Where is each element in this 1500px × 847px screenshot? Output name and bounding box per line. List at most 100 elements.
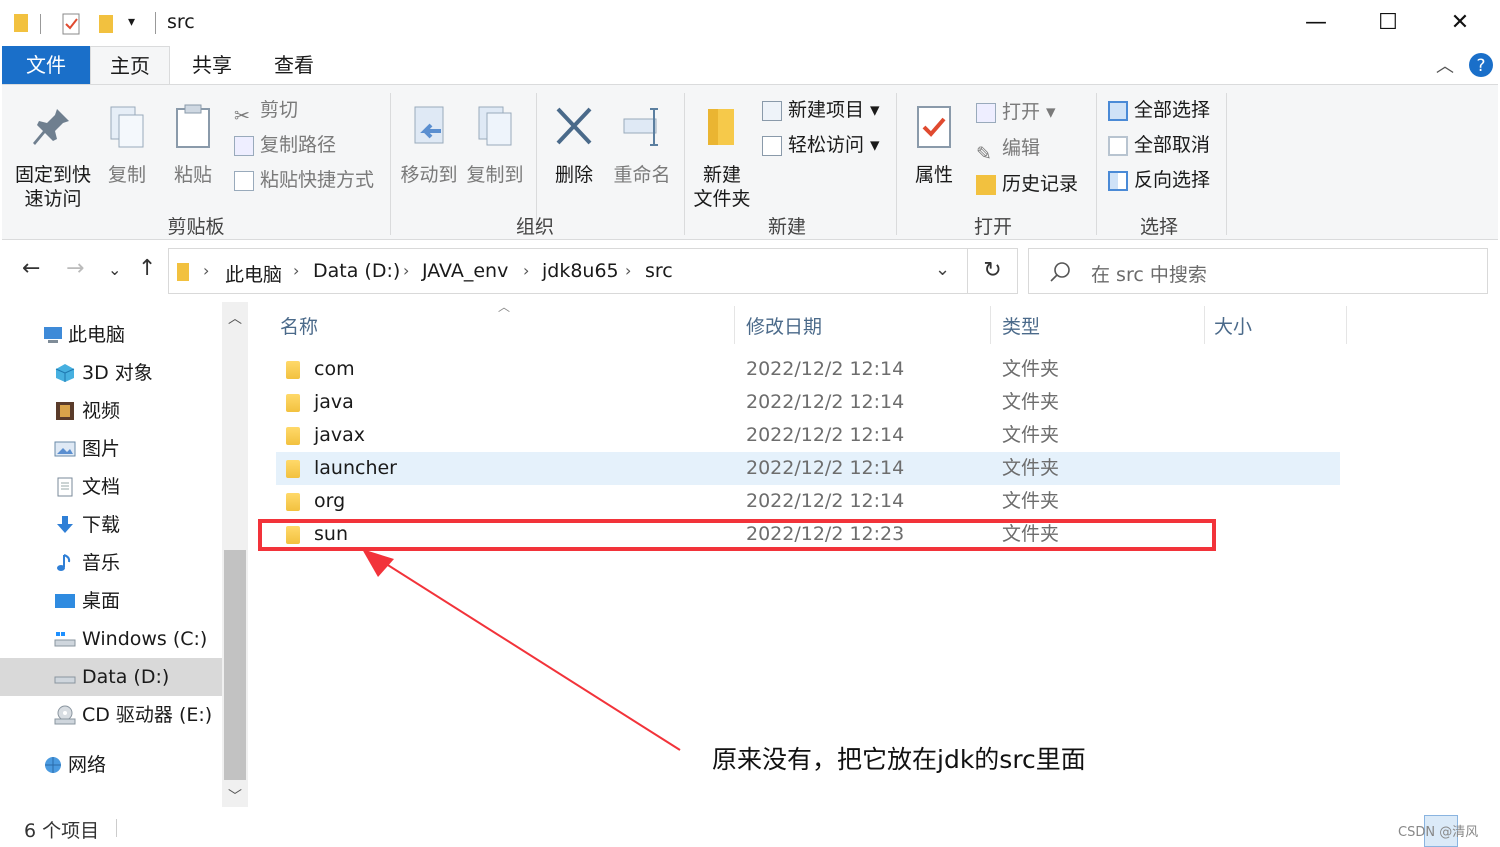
file-type: 文件夹: [1002, 457, 1060, 479]
annotation-arrow-icon: [362, 549, 681, 751]
properties-button[interactable]: 属性: [906, 103, 962, 187]
nav-pane-scrollbar[interactable]: ︿ ﹀: [222, 302, 248, 807]
ribbon-tabs: 文件 主页 共享 查看 ︿ ?: [0, 46, 1500, 84]
scrollbar-thumb[interactable]: [224, 550, 246, 780]
refresh-icon: ↻: [983, 258, 1002, 283]
nav-item-downloads[interactable]: 下载: [0, 506, 222, 544]
recent-locations-chevron-icon[interactable]: ⌄: [108, 260, 121, 279]
file-row-launcher[interactable]: launcher 2022/12/2 12:14 文件夹: [276, 452, 1340, 485]
paste-icon: [176, 104, 210, 148]
column-header-size[interactable]: 大小: [1214, 312, 1252, 339]
back-arrow-icon[interactable]: ←: [22, 256, 40, 281]
paste-button[interactable]: 粘贴: [166, 103, 220, 187]
easy-access-button[interactable]: 轻松访问 ▾: [762, 130, 880, 160]
nav-item-desktop[interactable]: 桌面: [0, 582, 222, 620]
breadcrumb-item[interactable]: JAVA_env: [422, 260, 508, 282]
nav-item-label: 图片: [82, 438, 121, 460]
properties-quick-icon[interactable]: [60, 12, 84, 36]
rename-button[interactable]: 重命名: [608, 103, 676, 187]
file-row-org[interactable]: org 2022/12/2 12:14 文件夹: [276, 485, 1340, 518]
paste-shortcut-button[interactable]: 粘贴快捷方式: [234, 165, 374, 195]
new-folder-quick-icon[interactable]: [96, 12, 118, 36]
nav-item-pictures[interactable]: 图片: [0, 430, 222, 468]
cut-label: 剪切: [260, 99, 299, 121]
delete-button[interactable]: 删除: [548, 103, 600, 187]
music-icon: [57, 554, 71, 571]
nav-item-3d-objects[interactable]: 3D 对象: [0, 354, 222, 392]
move-to-button[interactable]: 移动到: [398, 103, 460, 187]
nav-item-data-d[interactable]: Data (D:): [0, 658, 222, 696]
search-box[interactable]: 在 src 中搜索: [1028, 248, 1488, 294]
drive-icon: [54, 676, 76, 684]
breadcrumb-item[interactable]: Data (D:): [313, 260, 400, 282]
network-icon: [45, 757, 61, 773]
tab-file[interactable]: 文件: [2, 46, 90, 84]
edit-button[interactable]: ✎ 编辑: [976, 133, 1040, 165]
nav-item-videos[interactable]: 视频: [0, 392, 222, 430]
minimize-button[interactable]: —: [1286, 6, 1346, 40]
quick-access-dropdown-icon[interactable]: ▾: [128, 14, 135, 30]
breadcrumb-item[interactable]: 此电脑: [225, 260, 282, 287]
maximize-button[interactable]: ☐: [1358, 6, 1418, 40]
select-none-label: 全部取消: [1134, 134, 1211, 156]
new-folder-button[interactable]: 新建 文件夹: [690, 103, 754, 211]
nav-item-label: 网络: [68, 754, 107, 776]
folder-icon: [286, 394, 300, 412]
select-none-icon: [1108, 135, 1128, 156]
open-button[interactable]: 打开 ▾: [976, 97, 1056, 127]
pin-icon: [33, 109, 69, 145]
file-date: 2022/12/2 12:14: [746, 490, 905, 512]
breadcrumb-separator-icon: ›: [203, 261, 210, 280]
scroll-up-arrow-icon[interactable]: ︿: [228, 308, 242, 328]
address-dropdown-chevron-icon[interactable]: ⌄: [935, 259, 950, 280]
copy-to-button[interactable]: 复制到: [464, 103, 526, 187]
ribbon: 固定到快 速访问 复制 粘贴 ✂ 剪切 复制路径 粘贴快捷方式 剪贴板 移动到 复…: [2, 84, 1498, 240]
nav-item-music[interactable]: 音乐: [0, 544, 222, 582]
download-icon: [57, 516, 73, 533]
refresh-button[interactable]: ↻: [968, 248, 1018, 294]
rename-label: 重命名: [613, 164, 671, 186]
copy-button[interactable]: 复制: [102, 103, 152, 187]
pin-label-1: 固定到快: [14, 164, 91, 186]
breadcrumb-item[interactable]: jdk8u65: [542, 260, 619, 282]
file-name: org: [314, 490, 346, 512]
new-folder-icon: [708, 109, 734, 145]
nav-item-network[interactable]: 网络: [0, 746, 222, 784]
column-header-date[interactable]: 修改日期: [746, 312, 822, 339]
select-all-button[interactable]: 全部选择: [1108, 95, 1210, 125]
nav-item-windows-c[interactable]: Windows (C:): [0, 620, 222, 658]
close-button[interactable]: ✕: [1430, 6, 1490, 40]
nav-item-documents[interactable]: 文档: [0, 468, 222, 506]
address-bar[interactable]: › 此电脑 › Data (D:) › JAVA_env › jdk8u65 ›…: [168, 248, 968, 294]
drive-icon: [54, 632, 76, 647]
nav-item-this-pc[interactable]: 此电脑: [0, 316, 222, 354]
nav-item-cd-drive[interactable]: CD 驱动器 (E:): [0, 696, 222, 734]
history-icon: [976, 174, 996, 195]
file-row-javax[interactable]: javax 2022/12/2 12:14 文件夹: [276, 419, 1340, 452]
breadcrumb-item[interactable]: src: [645, 260, 673, 282]
file-row-java[interactable]: java 2022/12/2 12:14 文件夹: [276, 386, 1340, 419]
copy-path-button[interactable]: 复制路径: [234, 130, 336, 160]
copy-label: 复制: [107, 164, 146, 186]
properties-label: 属性: [914, 164, 953, 186]
file-type: 文件夹: [1002, 358, 1060, 380]
up-arrow-icon[interactable]: ↑: [138, 256, 156, 281]
forward-arrow-icon[interactable]: →: [66, 256, 84, 281]
tab-share[interactable]: 共享: [178, 46, 246, 84]
history-button[interactable]: 历史记录: [976, 169, 1078, 199]
invert-selection-button[interactable]: 反向选择: [1108, 165, 1210, 195]
select-none-button[interactable]: 全部取消: [1108, 130, 1210, 160]
search-input[interactable]: 在 src 中搜索: [1091, 260, 1207, 287]
scroll-down-arrow-icon[interactable]: ﹀: [228, 786, 242, 806]
new-item-button[interactable]: 新建项目 ▾: [762, 95, 880, 125]
cut-button[interactable]: ✂ 剪切: [234, 95, 299, 127]
pin-quick-access-button[interactable]: 固定到快 速访问: [10, 103, 96, 211]
help-icon[interactable]: ?: [1468, 52, 1494, 78]
file-date: 2022/12/2 12:14: [746, 391, 905, 413]
column-header-name[interactable]: 名称: [280, 312, 318, 339]
collapse-ribbon-icon[interactable]: ︿: [1436, 52, 1454, 78]
tab-view[interactable]: 查看: [260, 46, 328, 84]
tab-home[interactable]: 主页: [90, 46, 170, 84]
column-header-type[interactable]: 类型: [1002, 312, 1040, 339]
file-row-com[interactable]: com 2022/12/2 12:14 文件夹: [276, 353, 1340, 386]
